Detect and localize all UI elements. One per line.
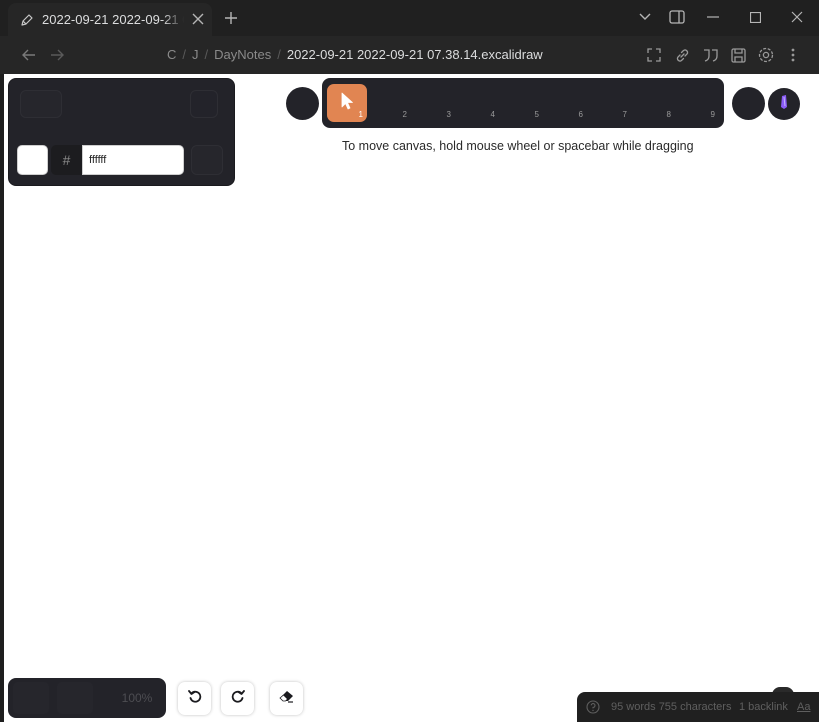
breadcrumb-item[interactable]: J bbox=[192, 47, 199, 62]
tool-rectangle[interactable]: 2 bbox=[371, 84, 411, 122]
breadcrumb-item[interactable]: DayNotes bbox=[214, 47, 271, 62]
tool-shortcut: 3 bbox=[446, 110, 451, 119]
tool-diamond[interactable]: 3 bbox=[415, 84, 455, 122]
eraser-icon bbox=[279, 690, 294, 708]
excalidraw-pen-icon bbox=[20, 13, 34, 27]
word-count: 95 words 755 characters bbox=[611, 701, 732, 713]
save-icon[interactable] bbox=[728, 45, 748, 65]
tool-text[interactable]: 8 bbox=[635, 84, 675, 122]
tool-shortcut: 4 bbox=[490, 110, 495, 119]
tool-draw[interactable]: 7 bbox=[591, 84, 631, 122]
tool-shortcut: 2 bbox=[402, 110, 407, 119]
breadcrumb-separator: / bbox=[204, 47, 209, 62]
lock-tool-button[interactable] bbox=[286, 87, 319, 120]
breadcrumb-current[interactable]: 2022-09-21 2022-09-21 07.38.14.excalidra… bbox=[287, 47, 543, 62]
font-toggle[interactable]: Aa bbox=[797, 701, 810, 713]
hex-prefix: # bbox=[51, 145, 82, 175]
tool-arrow[interactable]: 5 bbox=[503, 84, 543, 122]
zoom-out-button[interactable] bbox=[13, 682, 49, 714]
stroke-option-button[interactable] bbox=[20, 90, 62, 118]
zoom-controls: 100% bbox=[8, 678, 166, 718]
color-swatch[interactable] bbox=[17, 145, 48, 175]
breadcrumb-separator: / bbox=[277, 47, 281, 62]
shape-toolbar: 1 2 3 4 5 6 7 8 9 bbox=[322, 78, 724, 128]
tool-line[interactable]: 6 bbox=[547, 84, 587, 122]
tool-ellipse[interactable]: 4 bbox=[459, 84, 499, 122]
chevron-down-icon[interactable] bbox=[633, 6, 657, 28]
zoom-level[interactable]: 100% bbox=[108, 682, 166, 714]
breadcrumb-separator: / bbox=[182, 47, 187, 62]
minimize-icon[interactable] bbox=[701, 6, 725, 28]
tab-active[interactable]: 2022-09-21 2022-09-21 07.38.14.excalidra… bbox=[8, 3, 212, 36]
tool-shortcut: 7 bbox=[622, 110, 627, 119]
settings-icon[interactable] bbox=[756, 45, 776, 65]
fullscreen-icon[interactable] bbox=[644, 45, 664, 65]
zoom-in-button[interactable] bbox=[57, 682, 93, 714]
window-close-icon[interactable] bbox=[785, 6, 809, 28]
sidebar-toggle-icon[interactable] bbox=[665, 6, 689, 28]
quote-icon[interactable] bbox=[700, 45, 720, 65]
title-bar: 2022-09-21 2022-09-21 07.38.14.excalidra… bbox=[0, 0, 819, 36]
maximize-icon[interactable] bbox=[743, 6, 767, 28]
pointer-icon bbox=[341, 92, 354, 115]
arrow-left-icon[interactable] bbox=[20, 46, 38, 64]
tool-shortcut: 6 bbox=[578, 110, 583, 119]
extra-tools-button[interactable] bbox=[732, 87, 765, 120]
hex-color-input[interactable] bbox=[82, 145, 184, 175]
tool-shortcut: 9 bbox=[710, 110, 715, 119]
undo-button[interactable] bbox=[178, 682, 211, 715]
tool-image[interactable]: 9 bbox=[679, 84, 719, 122]
tool-shortcut: 8 bbox=[666, 110, 671, 119]
library-icon bbox=[779, 94, 789, 115]
nav-bar: C / J / DayNotes / 2022-09-21 2022-09-21… bbox=[0, 36, 819, 74]
tab-title: 2022-09-21 2022-09-21 07.38.14.excalidra… bbox=[42, 12, 184, 27]
help-icon[interactable] bbox=[585, 699, 601, 715]
backlink-count[interactable]: 1 backlink bbox=[739, 701, 788, 713]
fill-option-button[interactable] bbox=[190, 90, 218, 118]
breadcrumb-item[interactable]: C bbox=[167, 47, 176, 62]
tool-shortcut: 1 bbox=[358, 110, 363, 119]
arrow-right-icon[interactable] bbox=[48, 46, 66, 64]
library-button[interactable] bbox=[768, 88, 800, 120]
more-vertical-icon[interactable] bbox=[783, 45, 803, 65]
tool-shortcut: 5 bbox=[534, 110, 539, 119]
redo-icon bbox=[231, 689, 245, 708]
close-icon[interactable] bbox=[190, 11, 206, 27]
color-picker-button[interactable] bbox=[191, 145, 223, 175]
canvas-hint: To move canvas, hold mouse wheel or spac… bbox=[342, 139, 694, 153]
breadcrumb: C / J / DayNotes / 2022-09-21 2022-09-21… bbox=[167, 47, 543, 62]
plus-icon[interactable] bbox=[222, 9, 240, 27]
link-icon[interactable] bbox=[672, 45, 692, 65]
clear-canvas-button[interactable] bbox=[270, 682, 303, 715]
undo-icon bbox=[187, 689, 202, 708]
tool-selection[interactable]: 1 bbox=[327, 84, 367, 122]
redo-button[interactable] bbox=[221, 682, 254, 715]
